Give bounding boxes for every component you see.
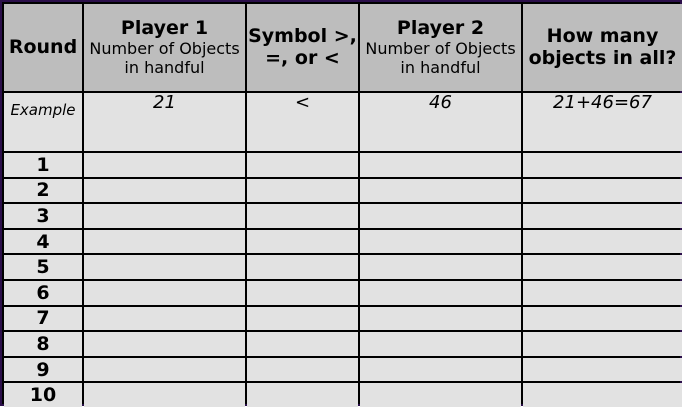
example-player1-value: 21 xyxy=(84,93,245,151)
player1-cell[interactable] xyxy=(84,306,245,331)
symbol-cell[interactable] xyxy=(247,332,358,356)
round-number: 3 xyxy=(4,204,82,228)
round-row: 10 xyxy=(4,383,682,407)
header-player1: Player 1 Number of Objects in handful xyxy=(84,4,245,91)
example-total-value: 21+46=67 xyxy=(523,93,682,151)
symbol-cell[interactable] xyxy=(247,204,358,228)
total-cell[interactable] xyxy=(523,332,682,356)
round-row: 5 xyxy=(4,255,682,279)
round-row: 7 xyxy=(4,306,682,331)
player2-cell[interactable] xyxy=(360,178,521,203)
player2-cell[interactable] xyxy=(360,383,521,407)
header-player2-subtitle: Number of Objects in handful xyxy=(365,38,516,77)
symbol-cell[interactable] xyxy=(247,306,358,331)
round-row: 8 xyxy=(4,332,682,356)
player1-cell[interactable] xyxy=(84,204,245,228)
header-symbol-label: Symbol >, =, or < xyxy=(248,24,357,69)
handful-comparison-table: Round Player 1 Number of Objects in hand… xyxy=(2,2,682,409)
player1-cell[interactable] xyxy=(84,332,245,356)
header-round: Round xyxy=(4,4,82,91)
symbol-cell[interactable] xyxy=(247,255,358,279)
player1-cell[interactable] xyxy=(84,229,245,254)
player2-cell[interactable] xyxy=(360,306,521,331)
player1-cell[interactable] xyxy=(84,255,245,279)
header-row: Round Player 1 Number of Objects in hand… xyxy=(4,4,682,91)
round-number: 2 xyxy=(4,178,82,203)
symbol-cell[interactable] xyxy=(247,280,358,305)
header-total: How many objects in all? xyxy=(523,4,682,91)
round-row: 2 xyxy=(4,178,682,203)
round-number: 9 xyxy=(4,357,82,382)
player1-cell[interactable] xyxy=(84,383,245,407)
round-number: 8 xyxy=(4,332,82,356)
total-cell[interactable] xyxy=(523,357,682,382)
player1-cell[interactable] xyxy=(84,178,245,203)
header-player2: Player 2 Number of Objects in handful xyxy=(360,4,521,91)
player2-cell[interactable] xyxy=(360,332,521,356)
total-cell[interactable] xyxy=(523,383,682,407)
round-row: 6 xyxy=(4,280,682,305)
player1-cell[interactable] xyxy=(84,357,245,382)
round-row: 1 xyxy=(4,153,682,177)
header-symbol: Symbol >, =, or < xyxy=(247,4,358,91)
player1-cell[interactable] xyxy=(84,280,245,305)
example-label: Example xyxy=(4,93,82,151)
player2-cell[interactable] xyxy=(360,153,521,177)
round-number: 6 xyxy=(4,280,82,305)
player2-cell[interactable] xyxy=(360,280,521,305)
total-cell[interactable] xyxy=(523,229,682,254)
symbol-cell[interactable] xyxy=(247,357,358,382)
header-player1-subtitle: Number of Objects in handful xyxy=(89,38,240,77)
example-row: Example 21 < 46 21+46=67 xyxy=(4,93,682,151)
header-player2-title: Player 2 xyxy=(396,16,485,39)
player2-cell[interactable] xyxy=(360,357,521,382)
player1-cell[interactable] xyxy=(84,153,245,177)
round-number: 4 xyxy=(4,229,82,254)
round-number: 5 xyxy=(4,255,82,279)
round-row: 9 xyxy=(4,357,682,382)
comparison-worksheet: Round Player 1 Number of Objects in hand… xyxy=(0,0,682,409)
header-player1-title: Player 1 xyxy=(120,16,209,39)
table-body: Example 21 < 46 21+46=67 1 2 3 4 5 6 7 8 9 10 xyxy=(4,93,682,407)
example-symbol-value: < xyxy=(247,93,358,151)
round-number: 1 xyxy=(4,153,82,177)
symbol-cell[interactable] xyxy=(247,383,358,407)
total-cell[interactable] xyxy=(523,280,682,305)
player2-cell[interactable] xyxy=(360,204,521,228)
player2-cell[interactable] xyxy=(360,229,521,254)
round-row: 3 xyxy=(4,204,682,228)
symbol-cell[interactable] xyxy=(247,229,358,254)
header-round-label: Round xyxy=(8,36,78,59)
total-cell[interactable] xyxy=(523,255,682,279)
header-total-label: How many objects in all? xyxy=(528,24,677,69)
total-cell[interactable] xyxy=(523,204,682,228)
round-number: 10 xyxy=(4,383,82,407)
total-cell[interactable] xyxy=(523,306,682,331)
round-number: 7 xyxy=(4,306,82,331)
total-cell[interactable] xyxy=(523,178,682,203)
symbol-cell[interactable] xyxy=(247,178,358,203)
player2-cell[interactable] xyxy=(360,255,521,279)
symbol-cell[interactable] xyxy=(247,153,358,177)
total-cell[interactable] xyxy=(523,153,682,177)
example-player2-value: 46 xyxy=(360,93,521,151)
round-row: 4 xyxy=(4,229,682,254)
